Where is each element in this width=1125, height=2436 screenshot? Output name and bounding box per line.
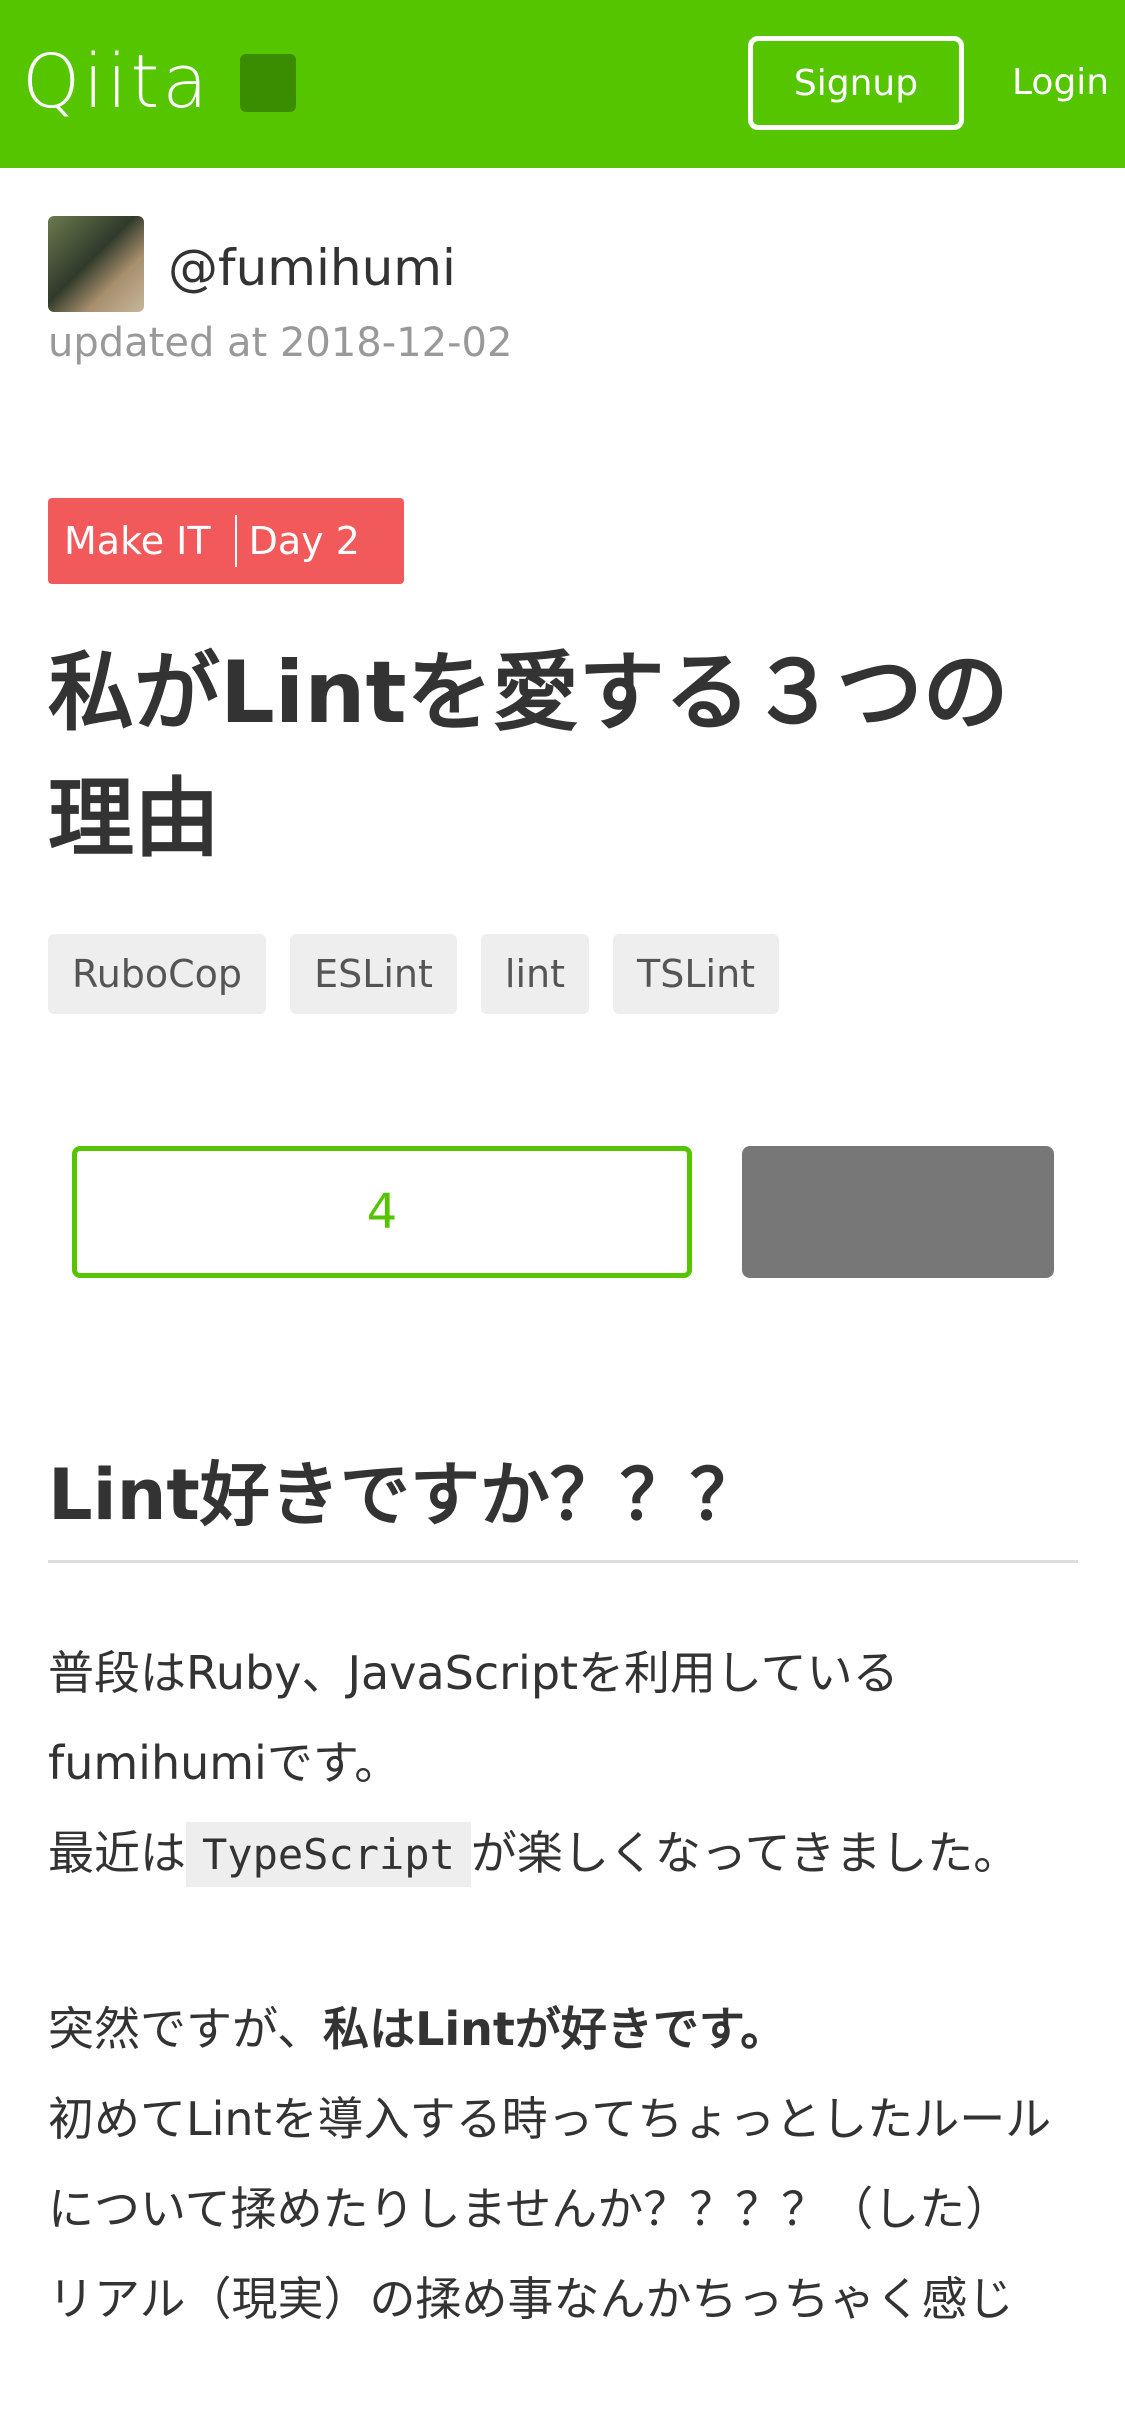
author-name[interactable]: @fumihumi: [168, 238, 456, 298]
advent-calendar-badge[interactable]: Make IT Day 2: [48, 498, 404, 584]
paragraph-text: が楽しくなってきました。: [470, 1826, 1020, 1880]
paragraph-text: リアル（現実）の揉め事なんかちっちゃく感じ: [48, 2272, 1014, 2326]
avatar[interactable]: [48, 216, 144, 312]
paragraph-lint: 突然ですが、私はLintが好きです。 初めてLintを導入する時ってちょっとした…: [48, 1984, 1078, 2344]
advent-day: Day 2: [248, 519, 360, 563]
stock-button[interactable]: [742, 1146, 1054, 1278]
logo-badge-icon: [240, 54, 296, 112]
signup-button[interactable]: Signup: [748, 36, 964, 130]
like-count: 4: [366, 1184, 398, 1240]
paragraph-text: 普段はRuby、JavaScriptを利用しているfumihumiです。: [48, 1646, 899, 1790]
section-heading: Lint好きですか？？？: [48, 1440, 1078, 1563]
paragraph-text: 突然ですが、: [48, 2002, 324, 2056]
advent-calendar-name: Make IT: [64, 519, 211, 563]
tag-item[interactable]: ESLint: [290, 934, 457, 1014]
like-button[interactable]: 4: [72, 1146, 692, 1278]
app-header: Qiita Signup Login: [0, 0, 1125, 168]
paragraph-text: 初めてLintを導入する時ってちょっとしたルールについて揉めたりしませんか？？？…: [48, 2092, 1052, 2236]
article-title: 私がLintを愛する３つの理由: [48, 643, 1009, 869]
badge-divider: [234, 515, 237, 567]
paragraph-text: 最近は: [48, 1826, 186, 1880]
paragraph-intro: 普段はRuby、JavaScriptを利用しているfumihumiです。 最近は…: [48, 1628, 1078, 1900]
login-link[interactable]: Login: [1012, 58, 1109, 108]
qiita-logo[interactable]: Qiita: [22, 34, 211, 130]
tag-item[interactable]: TSLint: [613, 934, 780, 1014]
tag-item[interactable]: lint: [480, 934, 590, 1014]
strong-text: 私はLintが好きです。: [323, 2002, 787, 2056]
tag-item[interactable]: RuboCop: [48, 934, 267, 1014]
tag-list: RuboCop ESLint lint TSLint: [48, 934, 780, 1014]
inline-code: TypeScript: [186, 1822, 471, 1887]
updated-date: updated at 2018-12-02: [48, 320, 513, 366]
